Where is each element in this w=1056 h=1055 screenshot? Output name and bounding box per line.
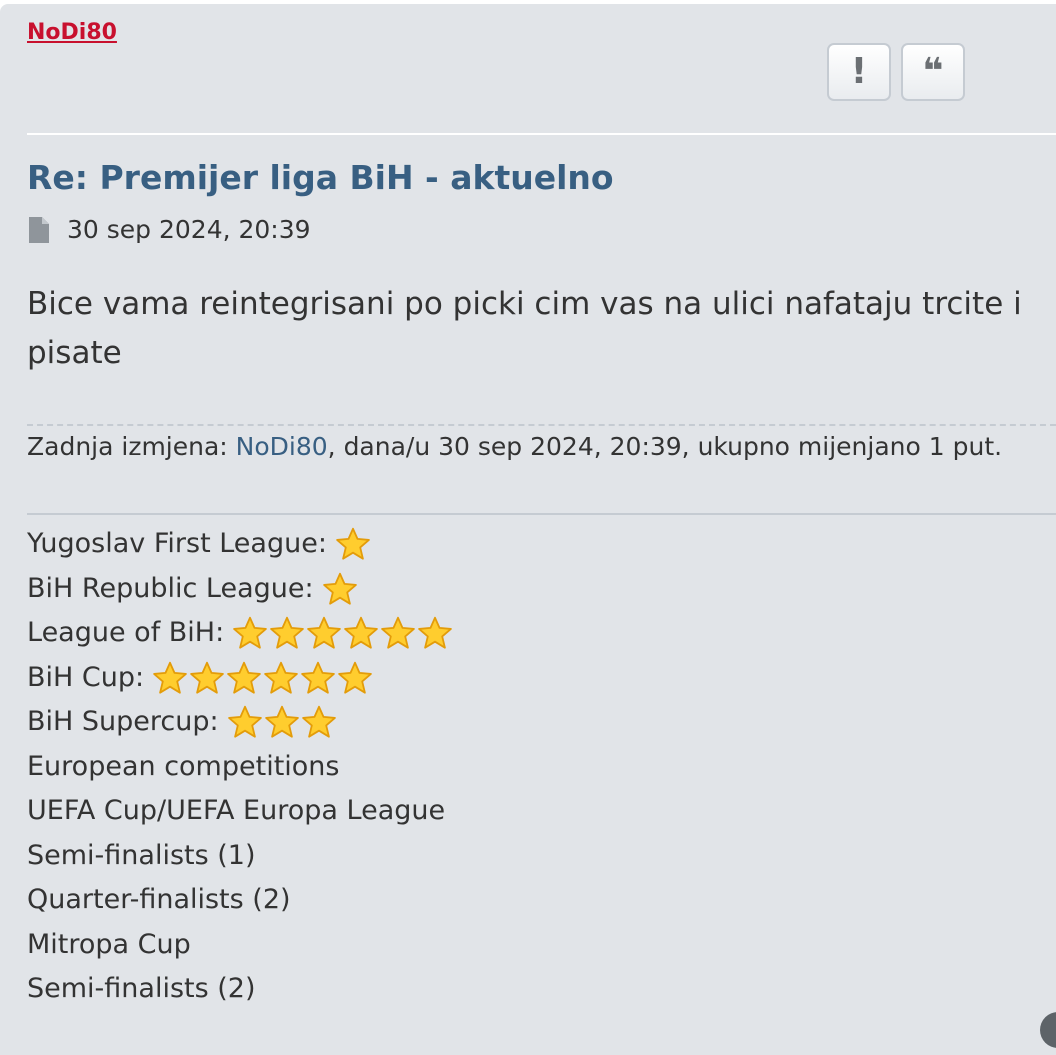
star-icon — [227, 661, 261, 694]
post-author-link[interactable]: NoDi80 — [27, 20, 117, 45]
post-header-divider — [27, 133, 1056, 135]
star-icon — [344, 617, 379, 649]
post-title[interactable]: Re: Premijer liga BiH - aktuelno — [27, 158, 614, 197]
star-rating — [232, 615, 453, 651]
star-icon — [301, 661, 335, 694]
signature-line: BiH Cup: — [27, 656, 453, 701]
signature-line: Yugoslav First League: — [27, 522, 453, 567]
document-icon — [29, 216, 49, 243]
signature-line-text: BiH Republic League: — [27, 572, 314, 604]
exclamation-icon: ! — [850, 51, 868, 92]
signature-line: League of BiH: — [27, 611, 453, 656]
star-rating — [227, 704, 337, 740]
edit-note-user-link[interactable]: NoDi80 — [236, 432, 328, 461]
edit-divider — [27, 424, 1056, 426]
edit-note-prefix: Zadnja izmjena: — [27, 432, 236, 461]
signature-line: Quarter-finalists (2) — [27, 878, 453, 923]
star-icon — [264, 661, 298, 694]
post-container: NoDi80 ! ❝ Re: Premijer liga BiH - aktue… — [0, 4, 1056, 1055]
signature-line-text: League of BiH: — [27, 617, 225, 648]
signature-line: Mitropa Cup — [27, 923, 453, 968]
edit-icon[interactable] — [1040, 1012, 1056, 1048]
quote-icon: ❝ — [922, 51, 944, 92]
star-icon — [227, 706, 262, 738]
signature-line-text: BiH Supercup: — [27, 706, 219, 737]
edit-note: Zadnja izmjena: NoDi80, dana/u 30 sep 20… — [27, 432, 1002, 461]
signature-line: BiH Republic League: — [27, 567, 453, 612]
signature-line-text: UEFA Cup/UEFA Europa League — [27, 795, 446, 826]
signature-line-text: Yugoslav First League: — [27, 528, 327, 559]
star-rating — [335, 526, 371, 562]
star-icon — [301, 706, 336, 738]
signature-line-text: BiH Cup: — [27, 661, 145, 693]
post-meta: 30 sep 2024, 20:39 — [27, 215, 311, 244]
star-icon — [338, 661, 372, 694]
star-icon — [264, 706, 299, 738]
signature-divider — [27, 513, 1056, 515]
star-icon — [307, 617, 342, 649]
post-date: 30 sep 2024, 20:39 — [67, 215, 311, 244]
signature-line: UEFA Cup/UEFA Europa League — [27, 789, 453, 834]
star-rating — [152, 660, 373, 696]
star-icon — [336, 528, 370, 560]
signature-line-text: Mitropa Cup — [27, 928, 191, 960]
quote-button[interactable]: ❝ — [901, 43, 965, 101]
signature-line: Semi-finalists (2) — [27, 967, 453, 1012]
star-icon — [190, 661, 224, 694]
post-actions: ! ❝ — [827, 43, 965, 101]
signature-line-text: Semi-finalists (2) — [27, 973, 256, 1004]
star-icon — [418, 617, 453, 649]
signature-line-text: European competitions — [27, 750, 340, 782]
post-content: Bice vama reintegrisani po picki cim vas… — [27, 286, 1022, 371]
star-icon — [153, 661, 187, 694]
signature-line: European competitions — [27, 745, 453, 790]
signature-line: Semi-finalists (1) — [27, 834, 453, 879]
star-icon — [233, 617, 268, 649]
star-icon — [322, 572, 357, 605]
star-rating — [322, 571, 358, 607]
signature-line-text: Quarter-finalists (2) — [27, 884, 291, 915]
report-button[interactable]: ! — [827, 43, 891, 101]
star-icon — [270, 617, 305, 649]
signature: Yugoslav First League: BiH Republic Leagu… — [27, 522, 453, 1012]
star-icon — [381, 617, 416, 649]
signature-line: BiH Supercup: — [27, 700, 453, 745]
edit-note-suffix: , dana/u 30 sep 2024, 20:39, ukupno mije… — [327, 432, 1003, 461]
signature-line-text: Semi-finalists (1) — [27, 839, 256, 871]
